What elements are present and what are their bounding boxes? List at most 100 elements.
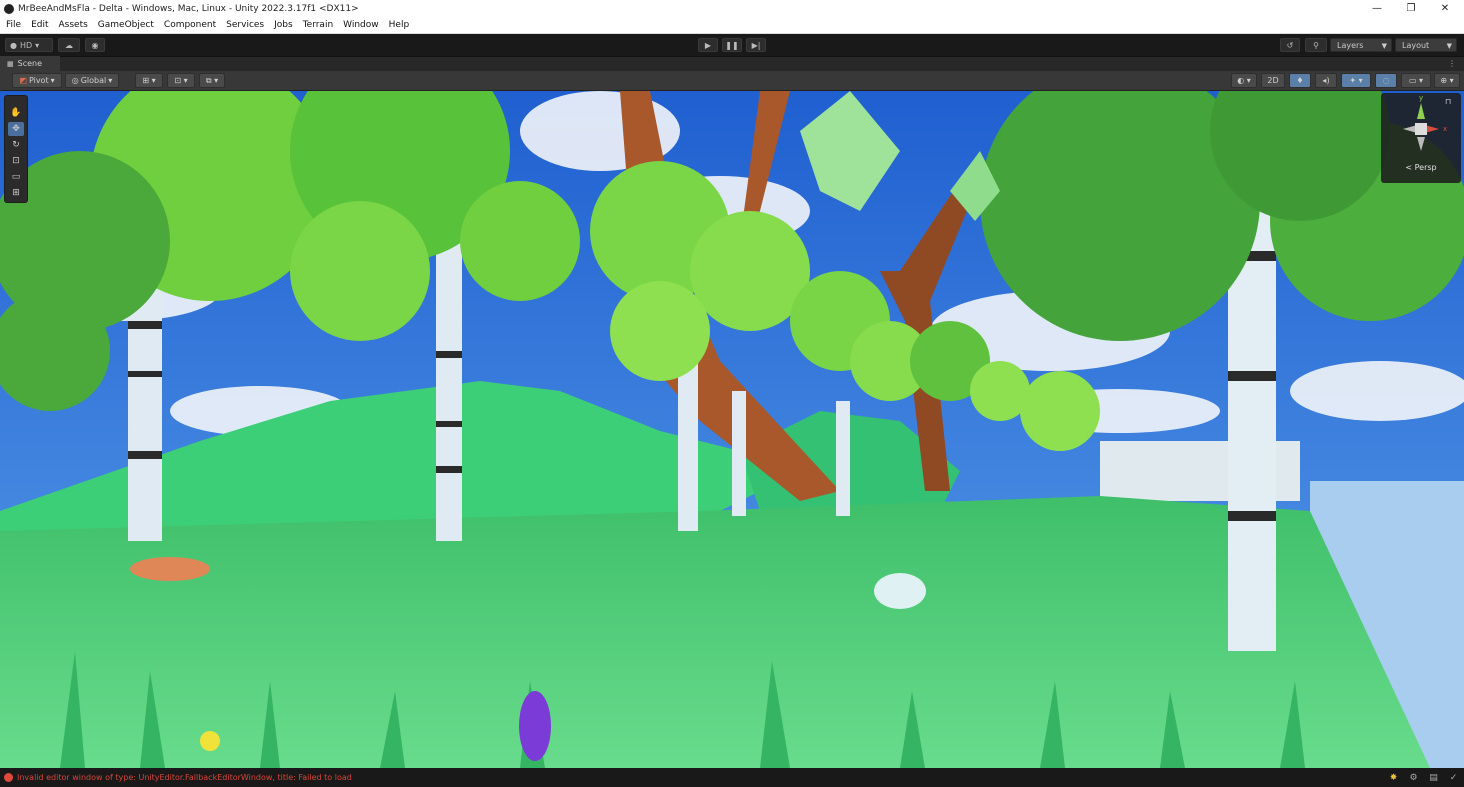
increment-snap-button[interactable]: ⊡ ▾ (167, 73, 195, 88)
play-button[interactable]: ▶ (698, 38, 718, 52)
cloud-icon: ☁ (65, 40, 73, 50)
pause-icon: ❚❚ (725, 40, 739, 50)
pivot-icon: ◩ (19, 76, 27, 85)
rect-tool[interactable]: ▭ (8, 170, 24, 184)
cloud-button[interactable]: ☁ (58, 38, 80, 52)
kebab-menu-icon: ⋮ (1448, 59, 1456, 68)
projection-toggle[interactable]: < Persp (1381, 163, 1461, 172)
menu-services[interactable]: Services (226, 20, 264, 30)
progress-icon[interactable]: ✸ (1388, 772, 1399, 783)
audio-toggle[interactable]: ◂) (1315, 73, 1337, 88)
gizmos-button[interactable]: ⊕ ▾ (1434, 73, 1460, 88)
minimize-button[interactable]: — (1360, 0, 1394, 17)
2d-label: 2D (1267, 76, 1279, 85)
bug-icon[interactable]: ⚙ (1408, 772, 1419, 783)
step-button[interactable]: ▶| (746, 38, 766, 52)
chevron-down-icon: ▼ (1446, 42, 1452, 50)
account-button[interactable]: ● HD ▾ (5, 38, 53, 52)
scale-tool[interactable]: ⊡ (8, 154, 24, 168)
scene-render (0, 91, 1464, 768)
rect-icon: ▭ (11, 172, 21, 182)
menu-file[interactable]: File (6, 20, 21, 30)
layers-dropdown[interactable]: Layers ▼ (1330, 38, 1392, 52)
dock-tab-bar (0, 56, 1464, 71)
grid-icon: ⊞ ▾ (142, 76, 156, 85)
chevron-down-icon: ▾ (35, 40, 40, 50)
hidden-objects-toggle[interactable]: ◌ (1375, 73, 1397, 88)
chevron-down-icon: ▾ (108, 76, 113, 85)
tab-menu-button[interactable]: ⋮ (1446, 58, 1458, 69)
error-icon (4, 773, 13, 782)
layout-dropdown[interactable]: Layout ▼ (1395, 38, 1457, 52)
pivot-toggle[interactable]: ◩ Pivot ▾ (12, 73, 62, 88)
gizmo-x-label: x (1443, 125, 1448, 133)
menu-edit[interactable]: Edit (31, 20, 48, 30)
history-icon: ↺ (1286, 40, 1294, 50)
console-error-message[interactable]: Invalid editor window of type: UnityEdit… (17, 773, 352, 782)
move-icon: ✥ (12, 124, 20, 134)
global-toggle[interactable]: ◎ Global ▾ (65, 73, 119, 88)
2d-toggle[interactable]: 2D (1261, 73, 1285, 88)
menu-component[interactable]: Component (164, 20, 216, 30)
menu-jobs[interactable]: Jobs (274, 20, 293, 30)
collab-button[interactable]: ◉ (85, 38, 105, 52)
hand-tool[interactable]: ✋ (8, 106, 24, 120)
search-button[interactable]: ⚲ (1305, 38, 1327, 52)
effects-icon: ✦ ▾ (1349, 76, 1363, 85)
birch-trunk-5 (836, 401, 850, 516)
cache-server-icon[interactable]: ▤ (1428, 772, 1439, 783)
rotate-tool[interactable]: ↻ (8, 138, 24, 152)
lock-icon[interactable]: ⊓ (1445, 97, 1451, 106)
align-button[interactable]: ⧉ ▾ (199, 73, 225, 88)
menu-gameobject[interactable]: GameObject (98, 20, 154, 30)
menu-terrain[interactable]: Terrain (303, 20, 333, 30)
stump (130, 557, 210, 581)
scene-tab-icon: ▦ (7, 59, 14, 68)
orientation-gizmo[interactable]: y x ⊓ < Persp (1381, 93, 1461, 183)
gizmos-icon: ⊕ ▾ (1440, 76, 1454, 85)
check-icon[interactable]: ✓ (1448, 772, 1459, 783)
scale-icon: ⊡ (12, 156, 20, 166)
pause-button[interactable]: ❚❚ (722, 38, 742, 52)
move-tool[interactable]: ✥ (8, 122, 24, 136)
lighting-toggle[interactable]: ♦ (1289, 73, 1311, 88)
window-title: MrBeeAndMsFla - Delta - Windows, Mac, Li… (18, 3, 359, 14)
scene-viewport[interactable] (0, 91, 1464, 768)
account-label: HD (19, 40, 33, 50)
menu-assets[interactable]: Assets (59, 20, 88, 30)
search-icon: ⚲ (1313, 40, 1319, 50)
play-icon: ▶ (704, 40, 712, 50)
ground (0, 496, 1430, 768)
transform-tool[interactable]: ⊞ (8, 186, 24, 200)
camera-icon: ▭ ▾ (1408, 76, 1424, 85)
align-icon: ⧉ ▾ (205, 75, 219, 85)
eye-slash-icon: ◌ (1382, 76, 1390, 85)
speaker-icon: ◂) (1322, 76, 1330, 85)
grid-snap-button[interactable]: ⊞ ▾ (135, 73, 163, 88)
maximize-button[interactable]: ❐ (1394, 0, 1428, 17)
menu-window[interactable]: Window (343, 20, 379, 30)
layout-label: Layout (1402, 40, 1430, 50)
gizmo-y-label: y (1419, 94, 1424, 102)
white-rock (874, 573, 926, 609)
global-label: Global (80, 76, 107, 85)
effects-toggle[interactable]: ✦ ▾ (1341, 73, 1371, 88)
history-button[interactable]: ↺ (1280, 38, 1300, 52)
scene-tab-label: Scene (17, 59, 43, 68)
hand-icon: ✋ (10, 108, 22, 118)
shading-mode-button[interactable]: ◐ ▾ (1231, 73, 1257, 88)
yellow-flower (200, 731, 220, 751)
lightbulb-icon: ♦ (1296, 76, 1304, 85)
account-icon: ● (10, 40, 17, 50)
status-bar: Invalid editor window of type: UnityEdit… (0, 768, 1464, 787)
layers-label: Layers (1337, 40, 1364, 50)
camera-settings-button[interactable]: ▭ ▾ (1401, 73, 1431, 88)
menu-bar: File Edit Assets GameObject Component Se… (0, 17, 1464, 34)
menu-help[interactable]: Help (389, 20, 410, 30)
transform-icon: ⊞ (12, 188, 20, 198)
tab-scene[interactable]: ▦ Scene (0, 56, 60, 71)
close-button[interactable]: ✕ (1428, 0, 1462, 17)
window-titlebar: MrBeeAndMsFla - Delta - Windows, Mac, Li… (0, 0, 1464, 17)
snap-icon: ⊡ ▾ (174, 76, 188, 85)
global-icon: ◎ (71, 76, 79, 85)
